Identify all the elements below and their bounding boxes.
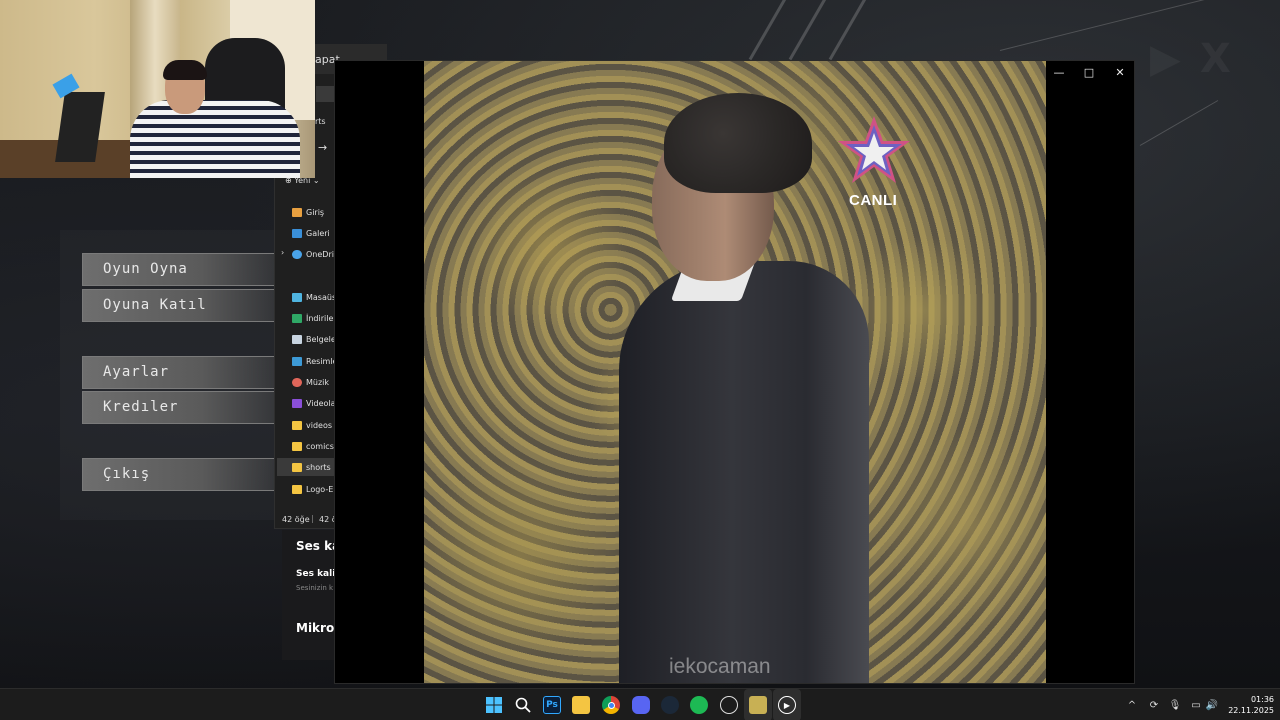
sidebar-item-documents[interactable]: Belgeler [292,330,336,348]
maximize-button[interactable]: □ [1075,64,1103,82]
background-streak [748,0,792,61]
media-player-icon[interactable]: ▶ [778,696,796,714]
chrome-center [607,701,615,709]
start-button[interactable] [485,696,503,714]
gallery-icon [292,228,302,238]
video-watermark: iekocaman [669,655,771,678]
pictures-icon [292,356,302,366]
video-person-hair [664,93,812,193]
desktop-icon [292,292,302,302]
sidebar-item-folder-comics[interactable]: comics [292,437,336,455]
settings-heading-mic: Mikrof [296,621,336,635]
x-icon: X [1200,36,1231,82]
sidebar-item-home[interactable]: Giriş [292,203,336,221]
folder-icon [292,420,302,430]
status-divider: | [311,514,314,523]
microphone-icon[interactable]: 🎙 [1167,689,1183,720]
youtube-icon: ▶ [1150,36,1181,82]
photoshop-icon[interactable]: Ps [543,696,561,714]
sidebar-item-videos[interactable]: Videolar [292,394,336,412]
music-icon [292,377,302,387]
volume-icon[interactable]: 🔊 [1204,689,1220,720]
webcam-person-hair [163,60,207,80]
sync-icon[interactable]: ⟳ [1146,689,1162,720]
settings-subheading: Ses kalit [296,569,336,579]
background-streak [999,0,1214,51]
explorer-nav-label: rts [315,117,326,126]
download-icon [292,313,302,323]
sidebar-item-music[interactable]: Müzik [292,373,336,391]
exit-button[interactable]: Çıkış [82,458,282,491]
sidebar-item-folder-shorts[interactable]: shorts [277,458,336,476]
status-item-count: 42 öğe [282,515,310,524]
join-game-button[interactable]: Oyuna Katıl [82,289,282,322]
sidebar-item-gallery[interactable]: Galeri [292,224,336,242]
sidebar-item-desktop[interactable]: Masaüstü [292,288,336,306]
channel-star-logo [838,116,910,183]
windows-icon [486,697,502,713]
chrome-icon[interactable] [602,696,620,714]
minimize-button[interactable]: — [1045,64,1073,82]
document-icon [292,334,302,344]
game-icon[interactable] [749,696,767,714]
sidebar-item-folder-videos[interactable]: videos [292,416,336,434]
background-streak [828,0,872,61]
live-badge: CANLI [849,192,898,209]
background-streak [788,0,832,61]
folder-icon [292,484,302,494]
forward-arrow-icon[interactable]: → [318,141,327,154]
file-explorer-icon[interactable] [572,696,590,714]
settings-heading-sound: Ses ka [296,539,336,553]
settings-button[interactable]: Ayarlar [82,356,282,389]
search-button[interactable] [514,696,532,714]
taskbar-clock[interactable]: 01:36 22.11.2025 [1224,694,1274,716]
credits-button[interactable]: Kredıler [82,391,282,424]
background-streak [1139,100,1219,146]
video-player-window[interactable]: — □ ✕ CANLI iekocaman [334,60,1135,684]
spotify-icon[interactable] [690,696,708,714]
network-icon[interactable]: ▭ [1188,689,1204,720]
clock-time: 01:36 [1250,695,1274,704]
sidebar-item-pictures[interactable]: Resimler [292,352,336,370]
sidebar-item-onedrive[interactable]: OneDrive [292,245,336,263]
cloud-icon [292,249,302,259]
sidebar-item-downloads[interactable]: İndirilenler [292,309,336,327]
home-icon [292,207,302,217]
taskbar: Ps ▶ ^ ⟳ 🎙 ▭ 🔊 01:36 22.11.2025 [0,688,1280,720]
video-frame[interactable]: CANLI iekocaman [424,61,1046,683]
search-icon [515,697,531,713]
close-button[interactable]: ✕ [1106,64,1134,82]
steam-icon[interactable] [661,696,679,714]
sidebar-item-folder-logo[interactable]: Logo-E [292,480,336,498]
chevron-right-icon[interactable]: › [281,248,284,257]
settings-subtext: Sesinizin k [296,584,334,592]
webcam-overlay [0,0,315,178]
videos-icon [292,398,302,408]
clock-date: 22.11.2025 [1228,706,1274,715]
explorer-nav-button[interactable] [316,86,334,102]
discord-icon[interactable] [632,696,650,714]
tray-overflow-chevron-icon[interactable]: ^ [1124,689,1140,720]
folder-icon [292,441,302,451]
chatgpt-icon[interactable] [720,696,738,714]
webcam-person [130,100,300,178]
video-person-suit [619,261,869,683]
folder-icon [292,462,302,472]
play-game-button[interactable]: Oyun Oyna [82,253,282,286]
